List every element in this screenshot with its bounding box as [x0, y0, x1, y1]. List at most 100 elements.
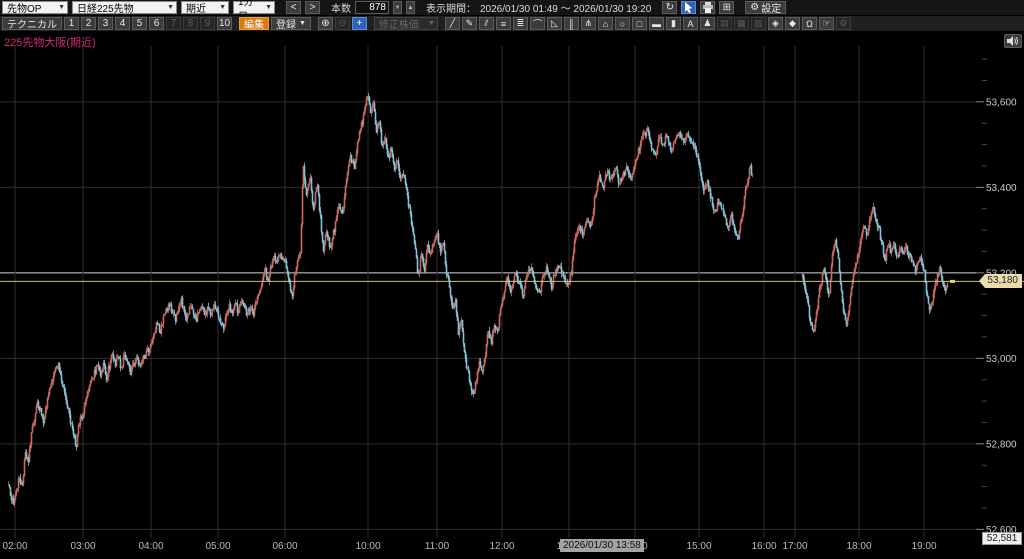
- select-hand-icon[interactable]: ☞: [819, 17, 834, 30]
- bar-count-increase-button[interactable]: ▲: [406, 1, 415, 14]
- reference-price-badge: 52,581: [982, 532, 1022, 545]
- time-tick-label: 06:00: [272, 541, 297, 552]
- chart-slot-9-button[interactable]: 9: [200, 17, 215, 30]
- parallel-lines-icon[interactable]: ⫽: [479, 17, 494, 30]
- gear-icon: ⚙: [750, 2, 759, 13]
- time-tick-label: 15:00: [686, 541, 711, 552]
- zoom-in-icon: ⊕: [321, 18, 329, 29]
- bar-count-decrease-button[interactable]: ▼: [393, 1, 402, 14]
- bar-count-input[interactable]: [355, 1, 389, 14]
- cursor-datetime-tooltip: 2026/01/30 13:58: [560, 539, 644, 552]
- chart-slot-2-button[interactable]: 2: [81, 17, 96, 30]
- pattern-c-icon[interactable]: ▧: [751, 17, 766, 30]
- pattern-a-icon[interactable]: ▤: [717, 17, 732, 30]
- print-button[interactable]: [700, 1, 715, 14]
- time-tick-label: 16:00: [751, 541, 776, 552]
- time-tick-label: 18:00: [846, 541, 871, 552]
- vertical-lines-icon[interactable]: ║: [564, 17, 579, 30]
- time-tick-label: 19:00: [911, 541, 936, 552]
- register-label: 登録: [276, 16, 296, 31]
- chart-slot-8-button[interactable]: 8: [183, 17, 198, 30]
- instrument-category-value: 先物OP: [7, 0, 41, 15]
- new-window-icon: ⊞: [723, 2, 731, 13]
- magnet-icon[interactable]: Ω: [802, 17, 817, 30]
- chart-area[interactable]: 225先物大阪(期近) 52,60052,80053,00053,20053,4…: [0, 32, 1024, 559]
- pencil-icon[interactable]: ✎: [462, 17, 477, 30]
- settings-label: 設定: [761, 0, 781, 15]
- timeframe-select[interactable]: 1分足 ▼: [233, 1, 275, 14]
- pointer-icon: [683, 2, 694, 14]
- zoom-out-button[interactable]: ⊖: [335, 17, 350, 30]
- pitchfork-icon[interactable]: ⋔: [581, 17, 596, 30]
- toolbar-primary: 先物OP ▼ 日経225先物 ▼ 期近 ▼ 1分足 ▼ < > 本数 ▼ ▲ 表…: [0, 0, 1024, 16]
- settings-button[interactable]: ⚙ 設定: [745, 1, 786, 14]
- instrument-value: 日経225先物: [77, 0, 134, 15]
- chevron-down-icon: ▼: [219, 4, 226, 11]
- chart-slot-7-button[interactable]: 7: [166, 17, 181, 30]
- display-period-value: 2026/01/30 01:49 ～ 2026/01/30 19:20: [480, 0, 651, 15]
- rectangle-icon[interactable]: □: [632, 17, 647, 30]
- vertical-bar-icon[interactable]: ▮: [666, 17, 681, 30]
- chart-slot-4-button[interactable]: 4: [115, 17, 130, 30]
- printer-icon: [702, 2, 714, 13]
- refresh-icon: ↻: [666, 2, 674, 13]
- price-adjust-value: 修正株価: [379, 16, 419, 31]
- trendline-icon[interactable]: ╱: [445, 17, 460, 30]
- bar-count-label: 本数: [331, 0, 351, 15]
- candlestick-chart[interactable]: 52,60052,80053,00053,20053,40053,60002:0…: [0, 32, 1024, 559]
- candles-down-wicks: [10, 93, 946, 505]
- speaker-icon: [1007, 36, 1019, 46]
- price-tick-label: 52,800: [986, 439, 1017, 450]
- chart-number-buttons: 12345678910: [64, 17, 232, 30]
- toolbar-drawing: テクニカル 12345678910 編集 登録 ▼ ⊕ ⊖ + 修正株価 ▼ ╱…: [0, 16, 1024, 32]
- time-tick-label: 03:00: [70, 541, 95, 552]
- chevron-down-icon: ▼: [428, 20, 435, 27]
- chart-slot-10-button[interactable]: 10: [217, 17, 232, 30]
- instrument-category-select[interactable]: 先物OP ▼: [2, 1, 68, 14]
- candles-up-wicks: [9, 96, 948, 507]
- price-tick-label: 53,600: [986, 97, 1017, 108]
- edit-button[interactable]: 編集: [239, 17, 269, 30]
- fan-lines-icon[interactable]: ◺: [547, 17, 562, 30]
- display-period-label: 表示期間：: [426, 0, 476, 15]
- register-button[interactable]: 登録 ▼: [271, 17, 311, 30]
- tool-settings-icon[interactable]: ⚙: [836, 17, 851, 30]
- price-tick-label: 53,400: [986, 183, 1017, 194]
- drawing-tool-buttons: ╱✎⫽≡≣⌒◺║⋔⌂○□▬▮A♟▤▦▧◈◆Ω☞⚙: [445, 17, 851, 30]
- horizontal-line-icon[interactable]: ≡: [496, 17, 511, 30]
- instrument-select[interactable]: 日経225先物 ▼: [72, 1, 177, 14]
- circle-icon[interactable]: ○: [615, 17, 630, 30]
- chart-slot-6-button[interactable]: 6: [149, 17, 164, 30]
- last-price-marker: [950, 280, 955, 283]
- crosshair-icon: +: [357, 18, 363, 29]
- chart-slot-3-button[interactable]: 3: [98, 17, 113, 30]
- chart-slot-5-button[interactable]: 5: [132, 17, 147, 30]
- prev-period-button[interactable]: <: [286, 1, 301, 14]
- next-period-button[interactable]: >: [305, 1, 320, 14]
- price-adjust-select[interactable]: 修正株価 ▼: [374, 17, 438, 30]
- chart-slot-1-button[interactable]: 1: [64, 17, 79, 30]
- pattern-b-icon[interactable]: ▦: [734, 17, 749, 30]
- arc-icon[interactable]: ⌒: [530, 17, 545, 30]
- zoom-in-button[interactable]: ⊕: [318, 17, 333, 30]
- price-tick-label: 53,000: [986, 354, 1017, 365]
- time-tick-label: 10:00: [355, 541, 380, 552]
- marker-icon[interactable]: ♟: [700, 17, 715, 30]
- horizontal-lines-icon[interactable]: ≣: [513, 17, 528, 30]
- text-icon[interactable]: A: [683, 17, 698, 30]
- pentagon-icon[interactable]: ⌂: [598, 17, 613, 30]
- refresh-button[interactable]: ↻: [662, 1, 677, 14]
- eraser-all-icon[interactable]: ◆: [785, 17, 800, 30]
- contract-month-select[interactable]: 期近 ▼: [181, 1, 229, 14]
- eraser-icon[interactable]: ◈: [768, 17, 783, 30]
- new-window-button[interactable]: ⊞: [719, 1, 734, 14]
- technical-button[interactable]: テクニカル: [2, 17, 62, 30]
- time-tick-label: 11:00: [425, 541, 450, 552]
- chevron-down-icon: ▼: [299, 20, 306, 27]
- crosshair-button[interactable]: +: [352, 17, 367, 30]
- pointer-tool-button[interactable]: [681, 1, 696, 14]
- chart-title: 225先物大阪(期近): [4, 34, 96, 50]
- horizontal-bar-icon[interactable]: ▬: [649, 17, 664, 30]
- sound-button[interactable]: [1004, 34, 1022, 48]
- chevron-down-icon: ▼: [58, 4, 65, 11]
